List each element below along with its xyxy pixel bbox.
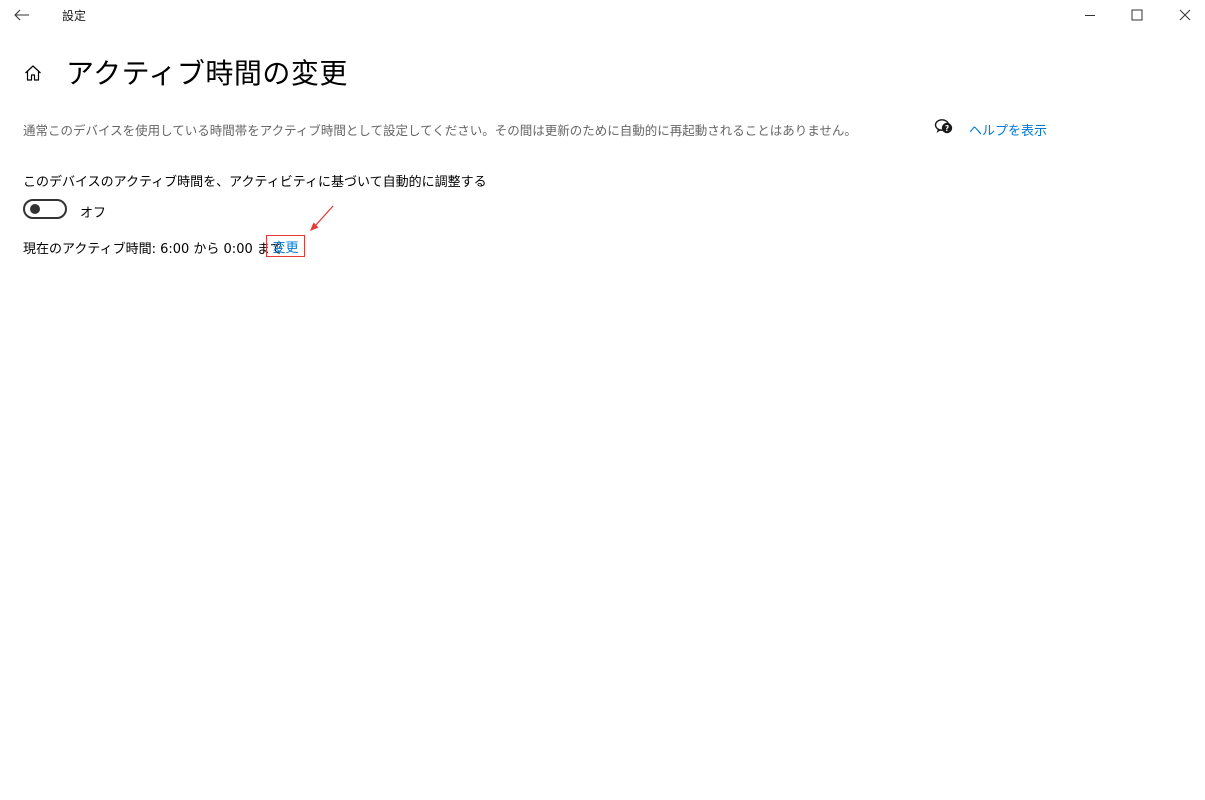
current-active-hours: 現在のアクティブ時間: 6:00 から 0:00 まで xyxy=(23,242,283,257)
minimize-button[interactable] xyxy=(1067,2,1113,28)
page-title: アクティブ時間の変更 xyxy=(66,57,348,90)
help-chat-icon: ? xyxy=(934,119,953,134)
minimize-icon xyxy=(1085,15,1095,16)
change-active-hours-link[interactable]: 変更 xyxy=(266,235,305,257)
maximize-icon xyxy=(1131,9,1143,21)
title-bar: 設定 xyxy=(0,0,1205,30)
auto-adjust-label: このデバイスのアクティブ時間を、アクティビティに基づいて自動的に調整する xyxy=(23,175,487,190)
home-button[interactable] xyxy=(20,60,46,86)
toggle-knob xyxy=(30,204,40,214)
help-link[interactable]: ヘルプを表示 xyxy=(969,120,1047,139)
svg-text:?: ? xyxy=(945,124,949,133)
app-title: 設定 xyxy=(62,9,87,23)
toggle-state-label: オフ xyxy=(80,206,107,221)
close-button[interactable] xyxy=(1162,2,1205,28)
back-button[interactable] xyxy=(8,4,36,26)
close-icon xyxy=(1179,9,1191,21)
auto-adjust-toggle[interactable] xyxy=(23,199,67,219)
page-description: 通常このデバイスを使用している時間帯をアクティブ時間として設定してください。その… xyxy=(23,123,857,138)
home-icon xyxy=(25,65,41,81)
back-arrow-icon xyxy=(14,9,29,21)
maximize-button[interactable] xyxy=(1114,2,1160,28)
annotation-arrow-icon xyxy=(310,205,334,231)
